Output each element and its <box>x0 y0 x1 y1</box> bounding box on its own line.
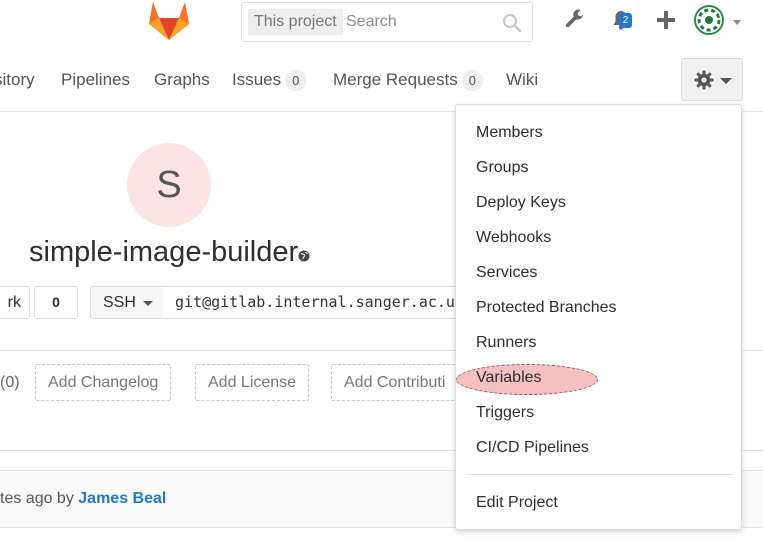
menu-divider <box>466 474 733 475</box>
nav-item-wiki[interactable]: Wiki <box>506 70 538 90</box>
nav-item-merge-requests[interactable]: Merge Requests 0 <box>333 70 483 92</box>
settings-dropdown-button[interactable] <box>681 58 743 101</box>
fork-button[interactable]: rk <box>0 286 30 319</box>
commit-time-text: tes ago by <box>0 490 79 507</box>
menu-item-protected-branches[interactable]: Protected Branches <box>476 299 617 317</box>
add-changelog-button[interactable]: Add Changelog <box>35 364 172 401</box>
user-avatar[interactable] <box>694 5 724 35</box>
nav-item-issues[interactable]: Issues 0 <box>232 70 307 92</box>
menu-item-ci-cd-pipelines[interactable]: CI/CD Pipelines <box>476 439 589 457</box>
nav-item-repository[interactable]: sitory <box>0 70 35 90</box>
gear-icon <box>694 70 714 90</box>
chevron-down-icon <box>143 301 153 306</box>
file-count-text: (0) <box>0 374 20 391</box>
add-license-button[interactable]: Add License <box>195 364 310 401</box>
menu-item-webhooks[interactable]: Webhooks <box>476 229 551 247</box>
commit-author-link[interactable]: James Beal <box>78 490 166 507</box>
gitlab-logo-icon[interactable] <box>147 0 191 42</box>
settings-dropdown-menu: Members Groups Deploy Keys Webhooks Serv… <box>455 104 742 530</box>
notification-badge: 2 <box>619 13 632 28</box>
chevron-down-icon <box>720 78 732 84</box>
menu-item-runners[interactable]: Runners <box>476 334 536 352</box>
wrench-icon[interactable] <box>563 8 587 32</box>
merge-requests-count-badge: 0 <box>461 70 483 92</box>
search-icon <box>502 13 522 33</box>
nav-item-pipelines[interactable]: Pipelines <box>61 70 130 90</box>
project-nav: sitory Pipelines Graphs Issues0 Merge Re… <box>0 46 763 112</box>
nav-label: sitory <box>0 70 35 89</box>
nav-label: Merge Requests <box>333 70 458 89</box>
clone-url-input[interactable]: git@gitlab.internal.sanger.ac.uk: <box>163 286 473 319</box>
avatar-emblem-icon <box>697 8 721 32</box>
menu-item-services[interactable]: Services <box>476 264 537 282</box>
nav-label: Issues <box>232 70 282 89</box>
issues-count-badge: 0 <box>285 70 307 92</box>
clone-protocol-select[interactable]: SSH <box>90 286 164 319</box>
last-commit-text: tes ago by James Beal <box>0 490 166 508</box>
top-header: This project Search 2 <box>0 0 763 46</box>
search-input[interactable]: Search <box>346 9 397 35</box>
globe-icon <box>298 250 310 262</box>
nav-label: Wiki <box>506 70 539 89</box>
nav-label: Graphs <box>154 70 210 89</box>
menu-item-deploy-keys[interactable]: Deploy Keys <box>476 194 566 212</box>
search-scope-label: This project <box>248 9 343 35</box>
menu-item-edit-project[interactable]: Edit Project <box>476 494 558 512</box>
menu-item-variables[interactable]: Variables <box>476 369 542 387</box>
project-title: simple-image-builder <box>29 236 299 268</box>
nav-label: Pipelines <box>61 70 130 89</box>
menu-item-triggers[interactable]: Triggers <box>476 404 534 422</box>
user-menu-chevron-down-icon[interactable] <box>733 20 741 25</box>
add-contribution-guide-button[interactable]: Add Contributi <box>331 364 459 401</box>
plus-icon[interactable] <box>654 8 678 32</box>
nav-item-graphs[interactable]: Graphs <box>154 70 210 90</box>
clone-protocol-label: SSH <box>103 294 136 311</box>
menu-item-groups[interactable]: Groups <box>476 159 528 177</box>
menu-item-members[interactable]: Members <box>476 124 543 142</box>
fork-count[interactable]: 0 <box>34 286 78 319</box>
project-avatar: S <box>127 143 211 227</box>
search-box[interactable]: This project Search <box>241 2 533 42</box>
